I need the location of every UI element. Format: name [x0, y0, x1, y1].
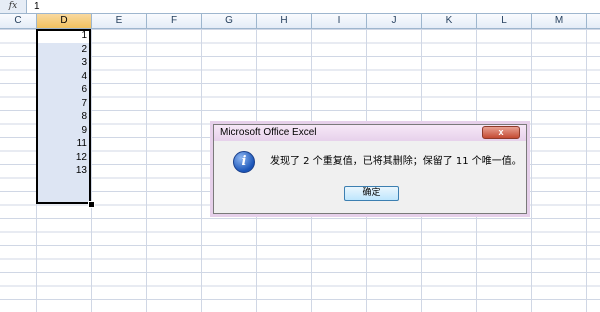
- column-header-i[interactable]: I: [312, 14, 367, 28]
- fill-handle[interactable]: [88, 201, 95, 208]
- grid-line: [201, 29, 202, 312]
- grid-line: [91, 29, 92, 312]
- column-header-row: C D E F G H I J K L M: [0, 14, 600, 29]
- message-dialog: Microsoft Office Excel x i 发现了 2 个重复值，已将…: [213, 124, 527, 214]
- cell-d-value[interactable]: 6: [38, 83, 89, 96]
- column-header-m[interactable]: M: [532, 14, 587, 28]
- column-header-j[interactable]: J: [367, 14, 422, 28]
- cell-d-value[interactable]: 8: [38, 110, 89, 123]
- cell-d-value[interactable]: 13: [38, 164, 89, 177]
- column-header-l[interactable]: L: [477, 14, 532, 28]
- grid-line: [146, 29, 147, 312]
- info-icon: i: [233, 151, 255, 173]
- formula-bar: fx 1: [0, 0, 600, 14]
- cell-d-value[interactable]: 12: [38, 151, 89, 164]
- cell-d-value[interactable]: 7: [38, 97, 89, 110]
- column-header-f[interactable]: F: [147, 14, 202, 28]
- column-header-h[interactable]: H: [257, 14, 312, 28]
- dialog-titlebar[interactable]: Microsoft Office Excel x: [214, 125, 526, 141]
- ok-button[interactable]: 确定: [344, 186, 399, 201]
- close-button[interactable]: x: [482, 126, 520, 139]
- dialog-body: i 发现了 2 个重复值，已将其删除；保留了 11 个唯一值。 确定: [217, 142, 523, 210]
- cell-d-value[interactable]: 3: [38, 56, 89, 69]
- cell-d-value[interactable]: 9: [38, 124, 89, 137]
- cell-d-value[interactable]: 11: [38, 137, 89, 150]
- column-header-e[interactable]: E: [92, 14, 147, 28]
- cell-d-value[interactable]: 1: [38, 29, 89, 42]
- dialog-title: Microsoft Office Excel: [220, 127, 317, 138]
- grid-line: [531, 29, 532, 312]
- column-header-k[interactable]: K: [422, 14, 477, 28]
- grid-line: [586, 29, 587, 312]
- column-header-g[interactable]: G: [202, 14, 257, 28]
- fx-icon[interactable]: fx: [0, 0, 27, 13]
- cell-d-value[interactable]: 2: [38, 43, 89, 56]
- formula-value[interactable]: 1: [34, 0, 40, 13]
- dialog-message: 发现了 2 个重复值，已将其删除；保留了 11 个唯一值。: [270, 156, 522, 167]
- cell-d-value[interactable]: 4: [38, 70, 89, 83]
- column-header-c[interactable]: C: [0, 14, 37, 28]
- column-header-d[interactable]: D: [37, 14, 92, 28]
